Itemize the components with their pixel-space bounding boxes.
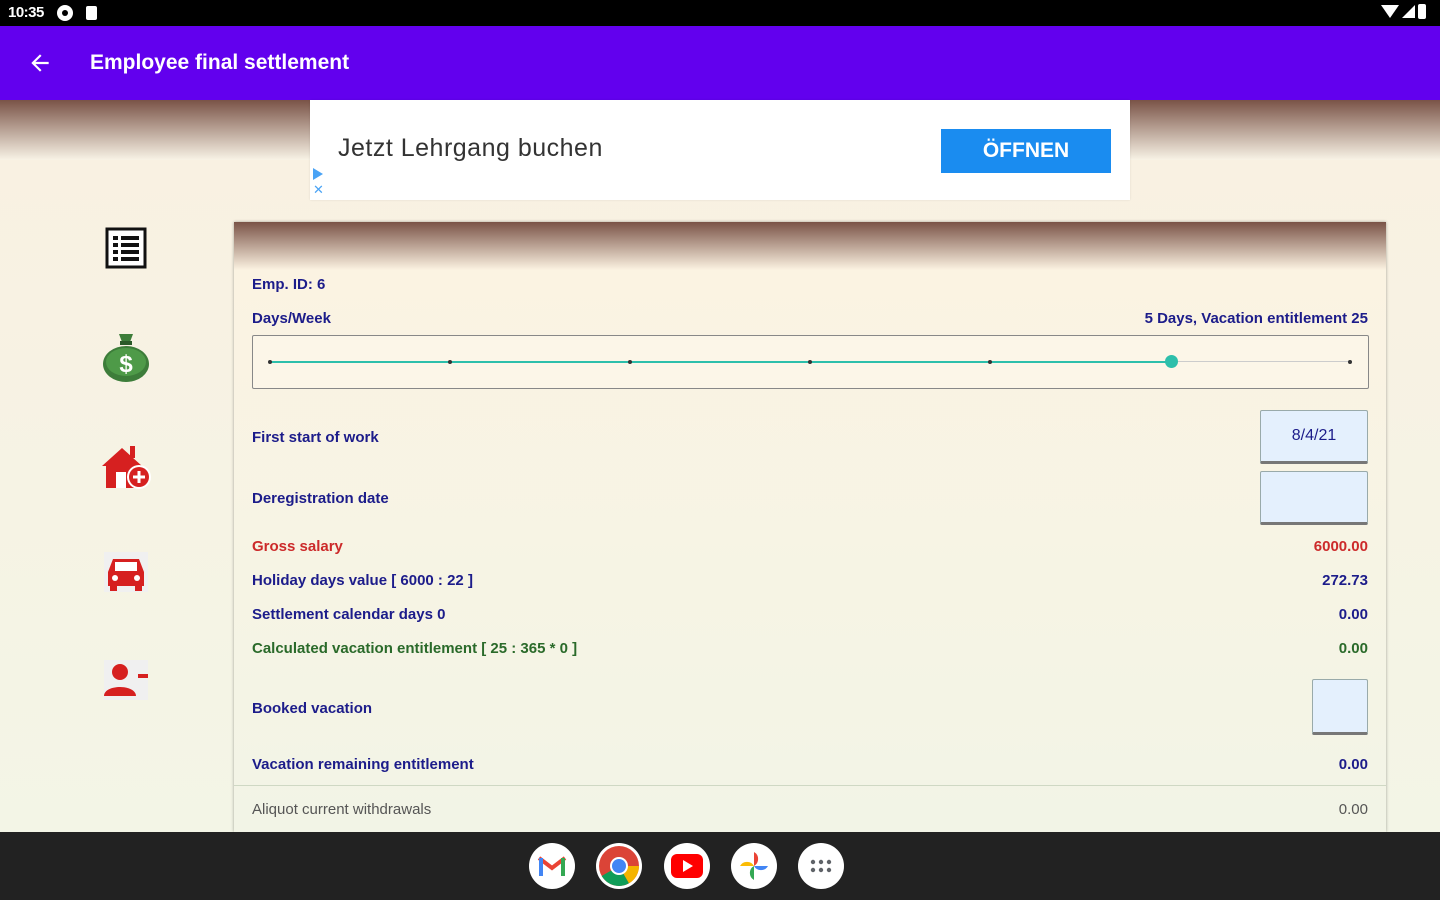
vacation-remaining-value: 0.00 <box>1338 756 1368 773</box>
list-icon[interactable] <box>98 220 154 276</box>
settings-notification-icon <box>57 5 73 21</box>
slider-tick <box>448 360 452 364</box>
wifi-icon <box>1381 5 1399 18</box>
ad-text: Jetzt Lehrgang buchen <box>338 134 603 162</box>
car-icon[interactable] <box>98 544 154 600</box>
settlement-days-value: 0.00 <box>1338 606 1368 623</box>
slider-tick <box>268 360 272 364</box>
ad-close-icon[interactable]: ✕ <box>313 183 324 197</box>
app-bar: Employee final settlement <box>0 26 1440 100</box>
svg-text:$: $ <box>119 351 133 378</box>
slider-track-inactive <box>1171 361 1352 362</box>
slider-tick <box>628 360 632 364</box>
gross-salary-value: 6000.00 <box>1313 538 1368 555</box>
settlement-card: Emp. ID: 6 Days/Week 5 Days, Vacation en… <box>234 222 1386 832</box>
ad-choices-icon[interactable] <box>313 168 323 180</box>
divider <box>234 785 1386 786</box>
gross-salary-label: Gross salary <box>252 538 343 555</box>
settlement-days-label: Settlement calendar days 0 <box>252 606 446 623</box>
page-title: Employee final settlement <box>90 51 350 74</box>
status-bar: 10:35 <box>0 0 1440 26</box>
deregistration-label: Deregistration date <box>252 490 389 507</box>
gmail-icon[interactable] <box>529 843 575 889</box>
sd-card-icon <box>86 6 97 20</box>
person-remove-icon[interactable] <box>98 652 154 708</box>
days-week-slider[interactable] <box>252 335 1369 389</box>
days-week-label: Days/Week <box>252 310 331 327</box>
battery-icon <box>1418 4 1426 19</box>
holiday-days-value: 272.73 <box>1322 572 1368 589</box>
slider-tick <box>988 360 992 364</box>
calc-vacation-value: 0.00 <box>1338 640 1368 657</box>
aliquot-label: Aliquot current withdrawals <box>252 801 432 818</box>
booked-vacation-input[interactable] <box>1312 679 1368 735</box>
slider-track-active <box>269 361 1171 363</box>
card-header <box>234 222 1386 270</box>
emp-id: Emp. ID: 6 <box>252 276 326 293</box>
booked-vacation-label: Booked vacation <box>252 700 373 717</box>
system-dock <box>0 832 1440 900</box>
ad-banner[interactable]: Jetzt Lehrgang buchen ÖFFNEN ✕ <box>310 100 1130 200</box>
deregistration-date-button[interactable] <box>1260 471 1368 525</box>
ad-open-button[interactable]: ÖFFNEN <box>941 129 1111 173</box>
holiday-days-label: Holiday days value [ 6000 : 22 ] <box>252 572 473 589</box>
aliquot-value: 0.00 <box>1338 801 1368 818</box>
money-bag-icon[interactable]: $ <box>98 328 154 384</box>
status-time: 10:35 <box>8 4 44 21</box>
first-start-label: First start of work <box>252 429 379 446</box>
calc-vacation-label: Calculated vacation entitlement [ 25 : 3… <box>252 640 578 657</box>
app-drawer-icon[interactable] <box>798 843 844 889</box>
slider-tick <box>1348 360 1352 364</box>
first-start-date-button[interactable]: 8/4/21 <box>1260 410 1368 464</box>
slider-tick <box>808 360 812 364</box>
house-add-icon[interactable] <box>98 440 154 496</box>
back-arrow-icon[interactable] <box>27 50 53 76</box>
photos-icon[interactable] <box>731 843 777 889</box>
youtube-icon[interactable] <box>664 843 710 889</box>
days-week-value: 5 Days, Vacation entitlement 25 <box>1144 310 1368 327</box>
vacation-remaining-label: Vacation remaining entitlement <box>252 756 474 773</box>
signal-icon <box>1402 5 1415 18</box>
slider-thumb[interactable] <box>1165 355 1178 368</box>
chrome-icon[interactable] <box>596 843 642 889</box>
